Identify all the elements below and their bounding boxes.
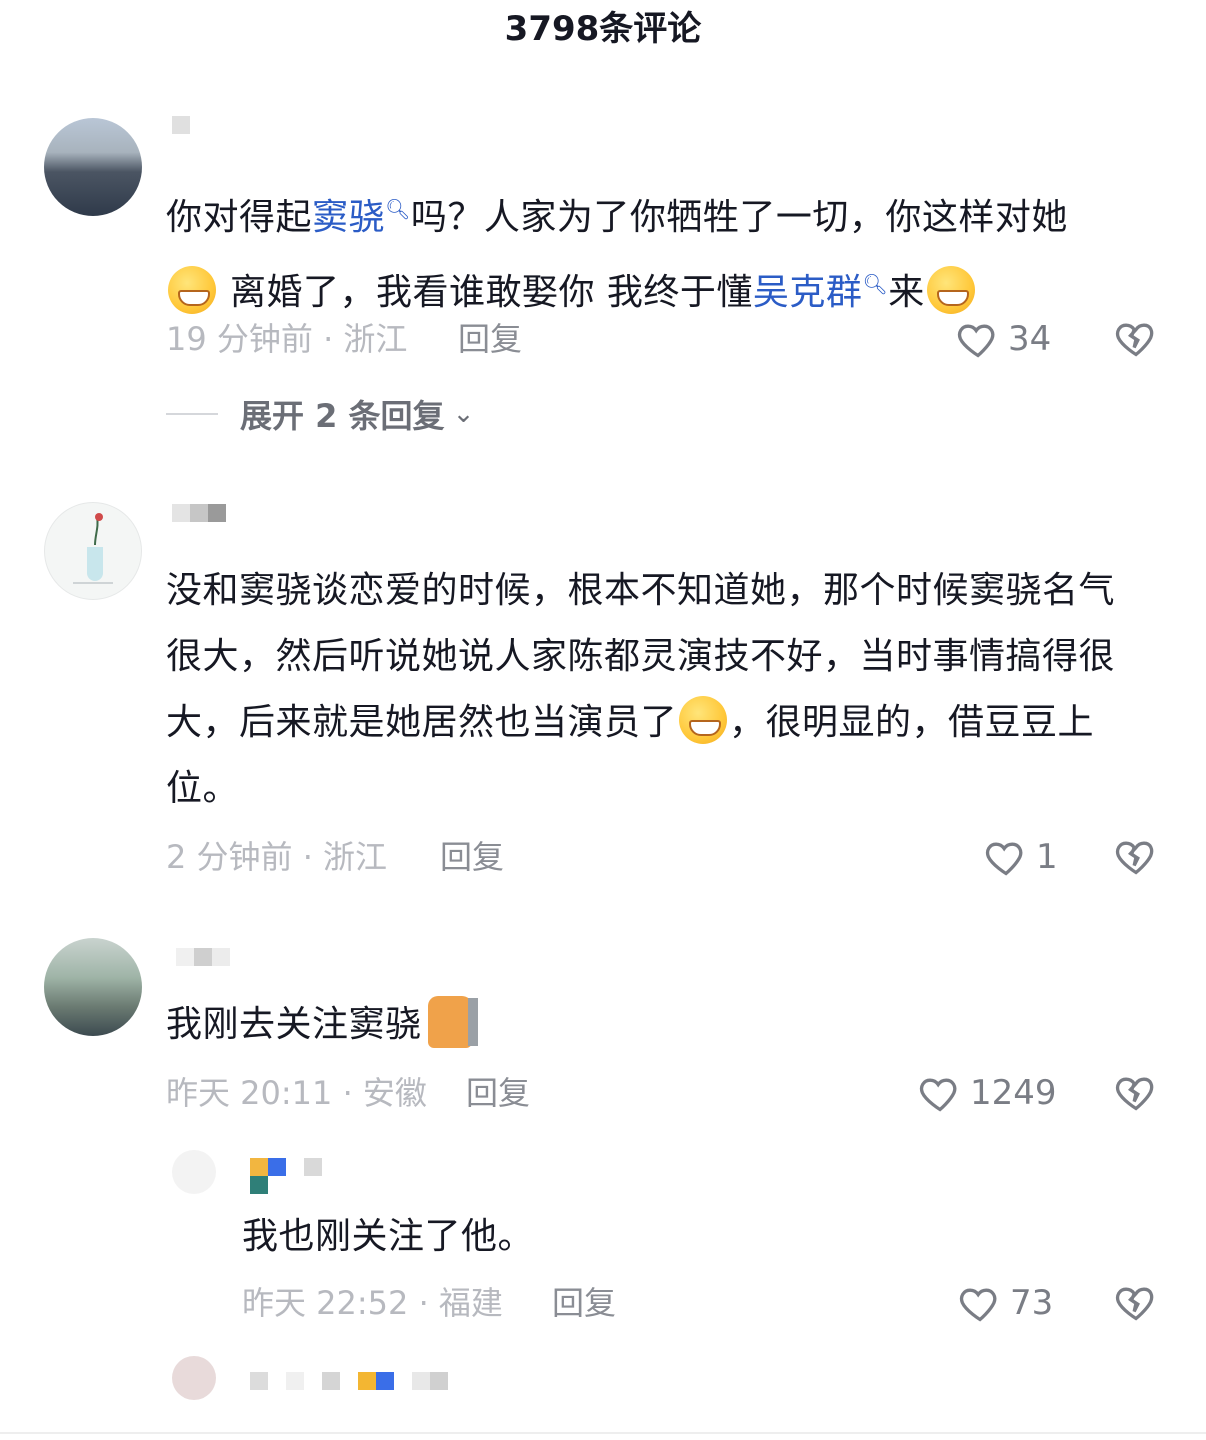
comment-text: 你对得起窦骁🔍︎吗？人家为了你牺牲了一切，你这样对她 离婚了，我看谁敢娶你 我终… — [166, 197, 1068, 314]
avatar[interactable] — [44, 118, 142, 216]
comment-text: 我也刚关注了他。 — [242, 1216, 535, 1257]
like-button[interactable]: 1249 — [918, 1070, 1057, 1116]
avatar[interactable] — [172, 1150, 216, 1194]
heart-outline-icon — [959, 1288, 997, 1322]
reply-button[interactable]: 回复 — [458, 314, 522, 364]
broken-heart-icon — [1115, 1287, 1154, 1321]
heart-outline-icon — [985, 842, 1023, 876]
grin-emoji-icon — [679, 696, 728, 744]
avatar[interactable] — [44, 938, 142, 1036]
reply-button[interactable]: 回复 — [440, 832, 504, 882]
comment-time: 昨天 20:11 · 安徽 — [166, 1074, 427, 1112]
like-button[interactable]: 34 — [956, 316, 1051, 362]
like-button[interactable]: 73 — [958, 1280, 1053, 1326]
comments-header: 3798条评论 — [0, 0, 1206, 60]
username-mosaic[interactable] — [172, 504, 226, 522]
like-count: 73 — [1010, 1283, 1054, 1323]
broken-heart-icon — [1115, 323, 1154, 357]
dislike-button[interactable] — [1114, 834, 1158, 892]
like-count: 1 — [1036, 837, 1058, 877]
reply-button[interactable]: 回复 — [466, 1068, 530, 1118]
like-count: 1249 — [970, 1073, 1057, 1113]
dislike-button[interactable] — [1114, 316, 1158, 374]
broken-heart-icon — [1115, 1077, 1154, 1111]
comment-meta: 昨天 22:52 · 福建 回复 73 — [242, 1278, 1166, 1328]
bottom-divider — [0, 1432, 1206, 1434]
comment-time: 昨天 22:52 · 福建 — [242, 1284, 503, 1322]
avatar[interactable] — [44, 502, 142, 600]
reply-button[interactable]: 回复 — [552, 1278, 616, 1328]
cat-peek-emoji-icon — [427, 996, 478, 1048]
like-count: 34 — [1008, 319, 1052, 359]
heart-outline-icon — [919, 1078, 957, 1112]
hashtag-link[interactable]: 窦骁 — [312, 197, 385, 238]
vase-flower-icon — [73, 513, 113, 584]
comment-text: 我刚去关注窦骁 — [166, 992, 1166, 1058]
comment-text: 没和窦骁谈恋爱的时候，根本不知道她，那个时候窦骁名气很大，然后听说她说人家陈都灵… — [166, 570, 1116, 809]
dislike-button[interactable] — [1114, 1070, 1158, 1128]
comment-time: 2 分钟前 · 浙江 — [166, 838, 388, 876]
username-mosaic[interactable] — [250, 1158, 322, 1176]
username-mosaic[interactable] — [250, 1372, 448, 1390]
expand-replies-button[interactable]: 展开 2 条回复 ⌄ — [166, 392, 474, 436]
divider — [166, 413, 218, 415]
comment-meta: 19 分钟前 · 浙江 回复 34 — [166, 314, 1166, 364]
comment-count-title: 3798条评论 — [504, 9, 702, 49]
grin-sweat-emoji-icon — [168, 266, 216, 314]
comment-time: 19 分钟前 · 浙江 — [166, 320, 408, 358]
search-icon[interactable]: 🔍︎ — [862, 272, 888, 296]
username-mosaic[interactable] — [172, 116, 190, 134]
comment-meta: 昨天 20:11 · 安徽 回复 1249 — [166, 1068, 1166, 1118]
like-button[interactable]: 1 — [984, 834, 1058, 880]
broken-heart-icon — [1115, 841, 1154, 875]
username-mosaic[interactable] — [176, 948, 230, 966]
expand-replies-label: 展开 2 条回复 — [240, 397, 445, 435]
grin-sweat-emoji-icon — [926, 266, 975, 314]
heart-outline-icon — [957, 324, 995, 358]
avatar[interactable] — [172, 1356, 216, 1400]
username-mosaic — [250, 1176, 268, 1194]
hashtag-link[interactable]: 吴克群 — [753, 272, 863, 313]
search-icon[interactable]: 🔍︎ — [385, 197, 411, 221]
dislike-button[interactable] — [1114, 1280, 1158, 1338]
comment-meta: 2 分钟前 · 浙江 回复 1 — [166, 832, 1166, 882]
chevron-down-icon: ⌄ — [452, 399, 475, 429]
